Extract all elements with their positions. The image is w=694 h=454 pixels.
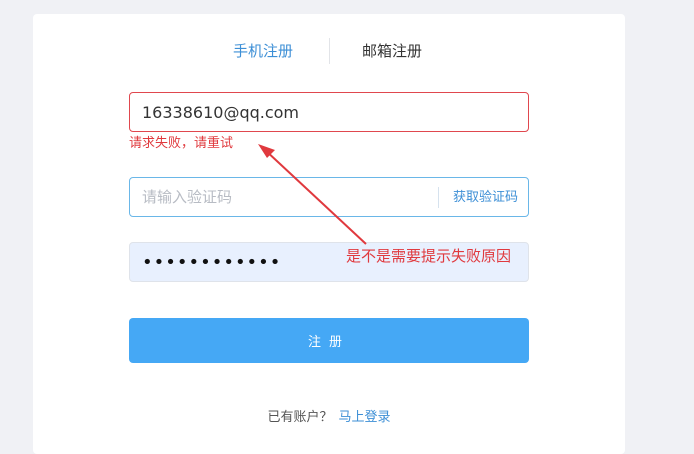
email-field-wrapper [129,92,529,132]
get-code-button[interactable]: 获取验证码 [453,188,518,208]
code-divider [438,187,439,208]
email-error-message: 请求失败，请重试 [129,136,234,151]
tab-phone-register[interactable]: 手机注册 [233,40,293,62]
login-prompt: 已有账户？ 马上登录 [33,408,625,428]
register-tabs: 手机注册 邮箱注册 [33,38,625,68]
code-field-wrapper: 获取验证码 [129,177,529,217]
register-card: 手机注册 邮箱注册 请求失败，请重试 获取验证码 注册 已有账户？ 马上登录 [33,14,625,454]
register-button[interactable]: 注册 [129,318,529,363]
login-link[interactable]: 马上登录 [339,410,391,425]
tab-email-register[interactable]: 邮箱注册 [362,40,422,62]
verification-code-input[interactable] [130,178,430,216]
tab-divider [329,38,330,64]
annotation-text: 是不是需要提示失败原因 [346,247,512,265]
email-field[interactable] [130,93,528,131]
has-account-text: 已有账户？ [267,410,333,425]
